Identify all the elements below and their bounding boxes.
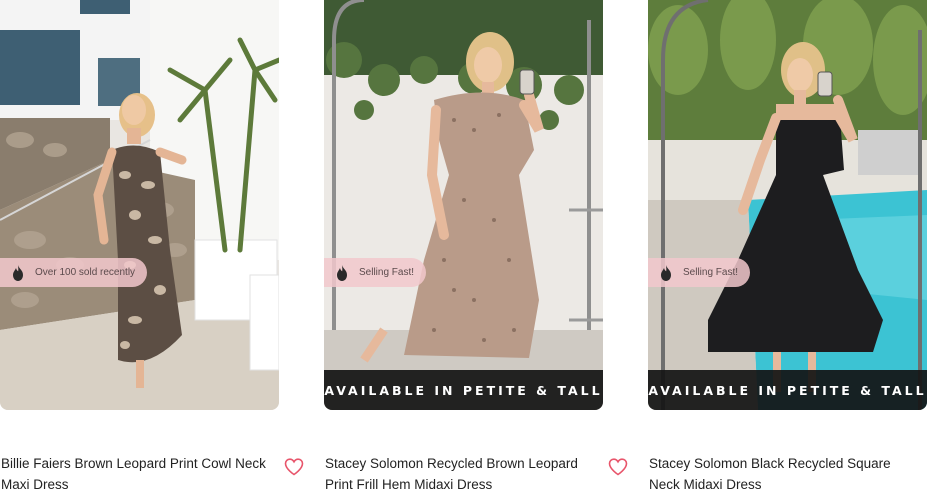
flame-icon xyxy=(337,264,347,281)
badge-label: Over 100 sold recently xyxy=(35,267,136,278)
flame-icon xyxy=(661,264,671,281)
badge-label: Selling Fast! xyxy=(683,267,739,278)
sales-badge: Over 100 sold recently xyxy=(0,258,148,287)
product-card: Selling Fast! AVAILABLE IN PETITE & TALL… xyxy=(324,0,628,499)
product-grid: Over 100 sold recently Billie Faiers Bro… xyxy=(0,0,928,499)
product-card: Selling Fast! AVAILABLE IN PETITE & TALL… xyxy=(648,0,928,499)
heart-outline-icon[interactable] xyxy=(608,458,628,476)
product-card: Over 100 sold recently Billie Faiers Bro… xyxy=(0,0,304,499)
sales-badge: Selling Fast! xyxy=(648,258,751,287)
availability-banner: AVAILABLE IN PETITE & TALL xyxy=(648,370,927,410)
product-title[interactable]: Stacey Solomon Recycled Brown Leopard Pr… xyxy=(325,453,600,495)
product-title[interactable]: Stacey Solomon Black Recycled Square Nec… xyxy=(649,453,924,495)
product-image[interactable]: Over 100 sold recently xyxy=(0,0,279,410)
badge-label: Selling Fast! xyxy=(359,267,415,278)
heart-outline-icon[interactable] xyxy=(284,458,304,476)
sales-badge: Selling Fast! xyxy=(324,258,427,287)
availability-banner: AVAILABLE IN PETITE & TALL xyxy=(324,370,603,410)
product-title[interactable]: Billie Faiers Brown Leopard Print Cowl N… xyxy=(1,453,276,495)
product-image[interactable]: Selling Fast! AVAILABLE IN PETITE & TALL xyxy=(324,0,603,410)
product-image[interactable]: Selling Fast! AVAILABLE IN PETITE & TALL xyxy=(648,0,927,410)
flame-icon xyxy=(13,264,23,281)
